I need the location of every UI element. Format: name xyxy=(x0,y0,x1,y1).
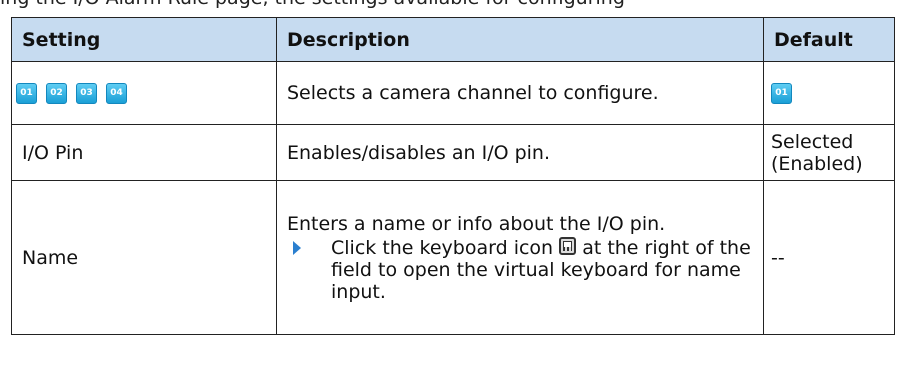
cut-off-text: ing the I/O Alarm Rule page, the setting… xyxy=(0,0,913,9)
table-row: 01 02 03 04 Selects a camera channel to con… xyxy=(11,61,895,125)
channel-03-button[interactable]: 03 xyxy=(76,83,97,104)
bullet-text-before: Click the keyboard icon xyxy=(331,236,554,259)
settings-table: Setting Description Default 01 02 03 04 Sel… xyxy=(11,17,895,335)
description-cell: Enables/disables an I/O pin. xyxy=(276,124,764,181)
table-row: Name Enters a name or info about the I/O… xyxy=(11,180,895,335)
default-cell: Selected (Enabled) xyxy=(763,124,895,181)
description-cell: Selects a camera channel to configure. xyxy=(276,61,764,125)
description-text: Enters a name or info about the I/O pin. xyxy=(287,212,666,235)
keyboard-icon xyxy=(559,236,577,255)
header-setting: Setting xyxy=(11,17,277,62)
setting-cell: I/O Pin xyxy=(11,124,277,181)
header-description: Description xyxy=(276,17,764,62)
default-cell: 01 xyxy=(763,61,895,125)
table-row: I/O Pin Enables/disables an I/O pin. Sel… xyxy=(11,124,895,181)
header-row: Setting Description Default xyxy=(11,17,895,62)
header-default: Default xyxy=(763,17,895,62)
setting-cell: Name xyxy=(11,180,277,335)
bullet-triangle-icon xyxy=(293,240,301,255)
channel-04-button[interactable]: 04 xyxy=(106,83,127,104)
channel-buttons-cell: 01 02 03 04 xyxy=(11,61,277,125)
channel-02-button[interactable]: 02 xyxy=(46,83,67,104)
channel-01-button[interactable]: 01 xyxy=(16,83,37,104)
default-channel-chip: 01 xyxy=(771,83,792,104)
document-page: ing the I/O Alarm Rule page, the setting… xyxy=(0,0,913,390)
bullet-item: Click the keyboard icon at the right of … xyxy=(287,236,755,303)
bullet-text: Click the keyboard icon at the right of … xyxy=(331,236,755,303)
default-cell: -- xyxy=(763,180,895,335)
description-cell: Enters a name or info about the I/O pin.… xyxy=(276,180,764,335)
